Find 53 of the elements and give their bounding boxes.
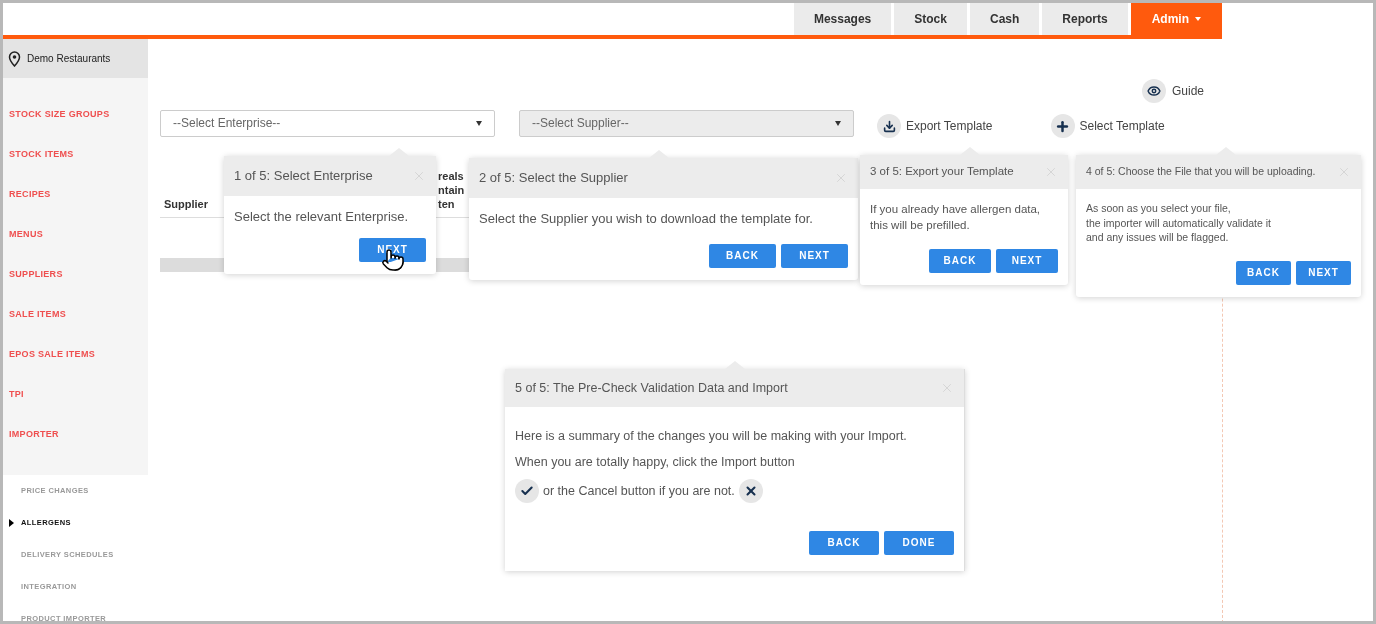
sidebar-item[interactable]: STOCK ITEMS: [3, 135, 148, 175]
popover-text: When you are totally happy, click the Import button: [515, 454, 796, 471]
popover-title: 2 of 5: Select the Supplier: [479, 169, 628, 188]
nav-tab[interactable]: Messages: [793, 3, 892, 35]
column-header: Supplier: [164, 197, 208, 211]
popover-title: 5 of 5: The Pre-Check Validation Data and Import: [515, 379, 788, 397]
sidebar-item[interactable]: MENUS: [3, 215, 148, 255]
sidebar-item[interactable]: IMPORTER: [3, 415, 148, 455]
nav-tab[interactable]: Cash: [969, 3, 1040, 35]
plus-icon: [1050, 114, 1075, 138]
popover-text: the importer will automatically validate it: [1086, 215, 1272, 231]
sidebar-item[interactable]: SUPPLIERS: [3, 255, 148, 295]
sidebar-item[interactable]: TPI: [3, 375, 148, 415]
sidebar-item[interactable]: SALE ITEMS: [3, 295, 148, 335]
eye-icon: [1141, 79, 1166, 103]
close-icon: [738, 479, 763, 503]
popover-text: If you already have allergen data,: [870, 202, 1042, 217]
location-name: Demo Restaurants: [27, 52, 111, 66]
popover-text: Here is a summary of the changes you will be making with your Import.: [515, 428, 908, 445]
tour-button[interactable]: NEXT: [781, 243, 848, 268]
column-header: reals ntain ten: [438, 169, 465, 211]
popover-title: 3 of 5: Export your Template: [870, 164, 1014, 180]
caret-icon: [1195, 17, 1201, 21]
action-link[interactable]: Select Template: [1079, 117, 1165, 135]
nav-tab[interactable]: Stock: [894, 3, 967, 35]
sidebar-item[interactable]: STOCK SIZE GROUPS: [3, 95, 148, 135]
popover-text: Select the Supplier you wish to download the template for.: [479, 210, 814, 228]
popover-title: 4 of 5: Choose the File that you will be uploading.: [1086, 164, 1316, 180]
select-field[interactable]: --Select Enterprise--: [160, 109, 495, 137]
popover-title: 1 of 5: Select Enterprise: [234, 167, 373, 186]
sidebar-item[interactable]: EPOS SALE ITEMS: [3, 335, 148, 375]
map-pin-icon: [8, 50, 21, 67]
tour-button[interactable]: BACK: [929, 248, 991, 273]
nav-tab[interactable]: Admin: [1130, 3, 1222, 35]
check-icon: [515, 479, 539, 503]
download-icon: [877, 114, 901, 138]
action-link[interactable]: Export Template: [906, 117, 993, 135]
tour-button[interactable]: NEXT: [996, 248, 1058, 273]
guide-link[interactable]: Guide: [1171, 82, 1204, 100]
tour-button[interactable]: BACK: [1236, 260, 1291, 285]
sidebar-item[interactable]: RECIPES: [3, 175, 148, 215]
tour-button[interactable]: NEXT: [1296, 260, 1351, 285]
tour-button[interactable]: BACK: [709, 243, 776, 268]
caret-icon: [476, 120, 482, 126]
tour-button[interactable]: BACK: [809, 530, 879, 555]
popover-text: this will be prefilled.: [870, 218, 971, 234]
popover-text: Select the relevant Enterprise.: [234, 208, 410, 226]
popover-text: As soon as you select your file,: [1086, 201, 1232, 216]
nav-tab[interactable]: Reports: [1042, 3, 1128, 35]
tour-button[interactable]: DONE: [884, 530, 954, 555]
popover-text: or the Cancel button if you are not.: [543, 482, 735, 500]
popover-text: and any issues will be flagged.: [1086, 230, 1230, 246]
caret-icon: [835, 120, 841, 126]
